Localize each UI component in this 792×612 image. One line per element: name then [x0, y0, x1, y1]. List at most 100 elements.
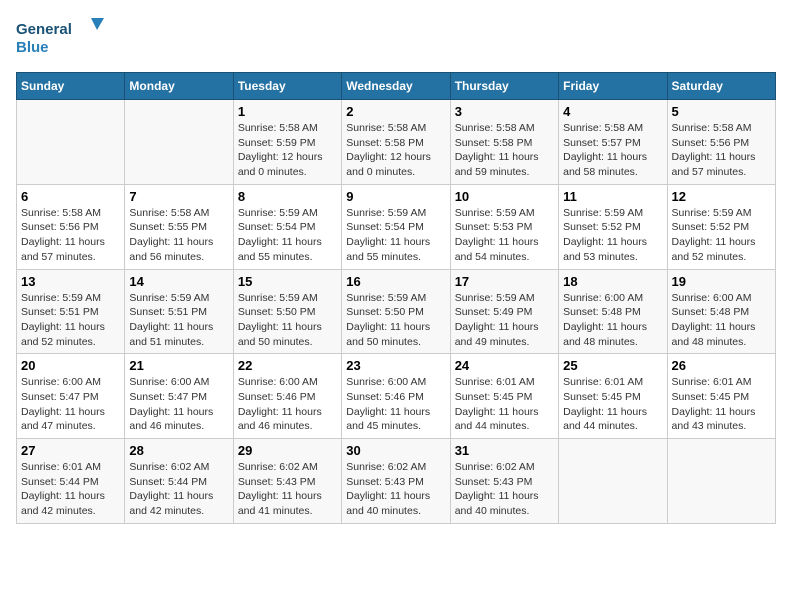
- day-number: 24: [455, 358, 554, 373]
- svg-text:General: General: [16, 21, 72, 38]
- day-number: 30: [346, 443, 445, 458]
- day-info: Sunrise: 6:01 AM Sunset: 5:44 PM Dayligh…: [21, 460, 120, 519]
- day-header-tuesday: Tuesday: [233, 73, 341, 100]
- day-info: Sunrise: 6:00 AM Sunset: 5:46 PM Dayligh…: [238, 375, 337, 434]
- day-header-friday: Friday: [559, 73, 667, 100]
- calendar-cell: 10 Sunrise: 5:59 AM Sunset: 5:53 PM Dayli…: [450, 184, 558, 269]
- day-number: 20: [21, 358, 120, 373]
- day-number: 31: [455, 443, 554, 458]
- day-number: 1: [238, 104, 337, 119]
- calendar-cell: [125, 100, 233, 185]
- calendar-week-3: 13 Sunrise: 5:59 AM Sunset: 5:51 PM Dayli…: [17, 269, 776, 354]
- day-number: 9: [346, 189, 445, 204]
- calendar-cell: 9 Sunrise: 5:59 AM Sunset: 5:54 PM Daylig…: [342, 184, 450, 269]
- day-number: 18: [563, 274, 662, 289]
- day-number: 15: [238, 274, 337, 289]
- calendar-cell: 2Sunrise: 5:58 AM Sunset: 5:58 PM Daylig…: [342, 100, 450, 185]
- calendar-week-2: 6 Sunrise: 5:58 AM Sunset: 5:56 PM Daylig…: [17, 184, 776, 269]
- day-info: Sunrise: 5:59 AM Sunset: 5:54 PM Dayligh…: [346, 206, 445, 265]
- day-number: 6: [21, 189, 120, 204]
- day-number: 26: [672, 358, 771, 373]
- calendar-cell: 16 Sunrise: 5:59 AM Sunset: 5:50 PM Dayli…: [342, 269, 450, 354]
- day-number: 13: [21, 274, 120, 289]
- calendar-cell: 26 Sunrise: 6:01 AM Sunset: 5:45 PM Dayli…: [667, 354, 775, 439]
- calendar-cell: 6 Sunrise: 5:58 AM Sunset: 5:56 PM Daylig…: [17, 184, 125, 269]
- day-header-saturday: Saturday: [667, 73, 775, 100]
- calendar-cell: 13 Sunrise: 5:59 AM Sunset: 5:51 PM Dayli…: [17, 269, 125, 354]
- day-info: Sunrise: 6:02 AM Sunset: 5:43 PM Dayligh…: [238, 460, 337, 519]
- logo: General Blue: [16, 16, 106, 60]
- day-info: Sunrise: 6:01 AM Sunset: 5:45 PM Dayligh…: [672, 375, 771, 434]
- calendar-cell: 8 Sunrise: 5:59 AM Sunset: 5:54 PM Daylig…: [233, 184, 341, 269]
- day-info: Sunrise: 6:02 AM Sunset: 5:43 PM Dayligh…: [346, 460, 445, 519]
- day-info: Sunrise: 6:02 AM Sunset: 5:43 PM Dayligh…: [455, 460, 554, 519]
- day-number: 12: [672, 189, 771, 204]
- calendar-cell: 4Sunrise: 5:58 AM Sunset: 5:57 PM Daylig…: [559, 100, 667, 185]
- day-info: Sunrise: 5:58 AM Sunset: 5:58 PM Dayligh…: [346, 121, 445, 180]
- calendar-cell: 28Sunrise: 6:02 AM Sunset: 5:44 PM Dayli…: [125, 439, 233, 524]
- day-info: Sunrise: 5:58 AM Sunset: 5:59 PM Dayligh…: [238, 121, 337, 180]
- day-number: 4: [563, 104, 662, 119]
- day-info: Sunrise: 6:01 AM Sunset: 5:45 PM Dayligh…: [563, 375, 662, 434]
- day-number: 3: [455, 104, 554, 119]
- day-header-wednesday: Wednesday: [342, 73, 450, 100]
- day-info: Sunrise: 5:58 AM Sunset: 5:56 PM Dayligh…: [672, 121, 771, 180]
- calendar-cell: 30 Sunrise: 6:02 AM Sunset: 5:43 PM Dayli…: [342, 439, 450, 524]
- day-info: Sunrise: 5:59 AM Sunset: 5:50 PM Dayligh…: [238, 291, 337, 350]
- calendar-cell: [17, 100, 125, 185]
- day-number: 8: [238, 189, 337, 204]
- calendar-cell: 31 Sunrise: 6:02 AM Sunset: 5:43 PM Dayli…: [450, 439, 558, 524]
- calendar-cell: 12 Sunrise: 5:59 AM Sunset: 5:52 PM Dayli…: [667, 184, 775, 269]
- day-number: 10: [455, 189, 554, 204]
- day-header-monday: Monday: [125, 73, 233, 100]
- day-number: 5: [672, 104, 771, 119]
- svg-text:Blue: Blue: [16, 39, 49, 56]
- day-number: 22: [238, 358, 337, 373]
- day-info: Sunrise: 5:59 AM Sunset: 5:53 PM Dayligh…: [455, 206, 554, 265]
- calendar-cell: 21 Sunrise: 6:00 AM Sunset: 5:47 PM Dayli…: [125, 354, 233, 439]
- day-info: Sunrise: 5:59 AM Sunset: 5:49 PM Dayligh…: [455, 291, 554, 350]
- calendar-cell: 25 Sunrise: 6:01 AM Sunset: 5:45 PM Dayli…: [559, 354, 667, 439]
- day-number: 28: [129, 443, 228, 458]
- day-info: Sunrise: 5:59 AM Sunset: 5:52 PM Dayligh…: [563, 206, 662, 265]
- day-info: Sunrise: 5:59 AM Sunset: 5:50 PM Dayligh…: [346, 291, 445, 350]
- day-info: Sunrise: 5:59 AM Sunset: 5:51 PM Dayligh…: [21, 291, 120, 350]
- day-number: 27: [21, 443, 120, 458]
- day-number: 23: [346, 358, 445, 373]
- day-number: 11: [563, 189, 662, 204]
- day-number: 16: [346, 274, 445, 289]
- calendar-cell: 14 Sunrise: 5:59 AM Sunset: 5:51 PM Dayli…: [125, 269, 233, 354]
- day-number: 14: [129, 274, 228, 289]
- calendar-cell: [559, 439, 667, 524]
- day-info: Sunrise: 5:58 AM Sunset: 5:58 PM Dayligh…: [455, 121, 554, 180]
- day-info: Sunrise: 5:59 AM Sunset: 5:54 PM Dayligh…: [238, 206, 337, 265]
- day-number: 25: [563, 358, 662, 373]
- day-info: Sunrise: 6:01 AM Sunset: 5:45 PM Dayligh…: [455, 375, 554, 434]
- calendar-cell: [667, 439, 775, 524]
- calendar-cell: 7 Sunrise: 5:58 AM Sunset: 5:55 PM Daylig…: [125, 184, 233, 269]
- calendar-cell: 23Sunrise: 6:00 AM Sunset: 5:46 PM Dayli…: [342, 354, 450, 439]
- calendar-cell: 24 Sunrise: 6:01 AM Sunset: 5:45 PM Dayli…: [450, 354, 558, 439]
- calendar-week-1: 1 Sunrise: 5:58 AM Sunset: 5:59 PM Daylig…: [17, 100, 776, 185]
- day-number: 7: [129, 189, 228, 204]
- calendar-week-4: 20 Sunrise: 6:00 AM Sunset: 5:47 PM Dayli…: [17, 354, 776, 439]
- calendar-cell: 18Sunrise: 6:00 AM Sunset: 5:48 PM Dayli…: [559, 269, 667, 354]
- day-number: 21: [129, 358, 228, 373]
- calendar-cell: 5 Sunrise: 5:58 AM Sunset: 5:56 PM Daylig…: [667, 100, 775, 185]
- day-info: Sunrise: 5:58 AM Sunset: 5:56 PM Dayligh…: [21, 206, 120, 265]
- day-header-sunday: Sunday: [17, 73, 125, 100]
- calendar-body: 1 Sunrise: 5:58 AM Sunset: 5:59 PM Daylig…: [17, 100, 776, 524]
- calendar-cell: 11 Sunrise: 5:59 AM Sunset: 5:52 PM Dayli…: [559, 184, 667, 269]
- day-info: Sunrise: 6:00 AM Sunset: 5:47 PM Dayligh…: [21, 375, 120, 434]
- day-info: Sunrise: 6:00 AM Sunset: 5:48 PM Dayligh…: [672, 291, 771, 350]
- calendar-cell: 1 Sunrise: 5:58 AM Sunset: 5:59 PM Daylig…: [233, 100, 341, 185]
- day-info: Sunrise: 5:59 AM Sunset: 5:52 PM Dayligh…: [672, 206, 771, 265]
- day-info: Sunrise: 5:58 AM Sunset: 5:55 PM Dayligh…: [129, 206, 228, 265]
- calendar-cell: 15 Sunrise: 5:59 AM Sunset: 5:50 PM Dayli…: [233, 269, 341, 354]
- day-info: Sunrise: 6:00 AM Sunset: 5:47 PM Dayligh…: [129, 375, 228, 434]
- day-info: Sunrise: 5:59 AM Sunset: 5:51 PM Dayligh…: [129, 291, 228, 350]
- calendar-cell: 22 Sunrise: 6:00 AM Sunset: 5:46 PM Dayli…: [233, 354, 341, 439]
- page-header: General Blue: [16, 16, 776, 60]
- day-header-thursday: Thursday: [450, 73, 558, 100]
- calendar-cell: 29Sunrise: 6:02 AM Sunset: 5:43 PM Dayli…: [233, 439, 341, 524]
